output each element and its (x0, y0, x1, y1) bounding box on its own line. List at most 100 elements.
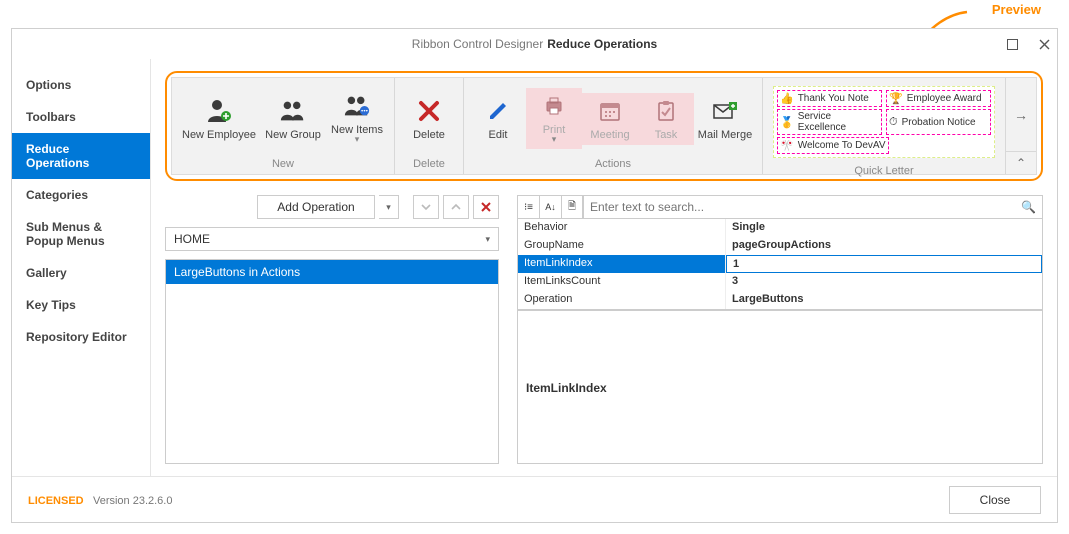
ribbon-btn-meeting[interactable]: Meeting (582, 93, 638, 145)
prop-value: Single (726, 219, 1042, 237)
list-item[interactable]: LargeButtons in Actions (166, 260, 498, 284)
ribbon-btn-edit[interactable]: Edit (470, 93, 526, 145)
ribbon-side-arrows: → ⌃ (1006, 78, 1036, 174)
ribbon-btn-mail-merge[interactable]: Mail Merge (694, 93, 756, 145)
ribbon-btn-label: New Employee (182, 129, 256, 141)
ribbon-group-delete: Delete Delete (395, 78, 464, 174)
gallery-item-label: Probation Notice (902, 117, 976, 128)
ribbon-btn-new-group[interactable]: New Group (260, 93, 326, 145)
ribbon-btn-delete[interactable]: Delete (401, 93, 457, 145)
prop-name: Behavior (518, 219, 726, 237)
ribbon-preview: New Employee New Group (171, 77, 1037, 175)
prop-value[interactable]: 1 (726, 255, 1042, 273)
gallery-item[interactable]: 🏆 Employee Award (886, 90, 991, 107)
chevron-down-icon (420, 201, 432, 213)
property-row[interactable]: Behavior Single (518, 219, 1042, 237)
property-row[interactable]: Operation LargeButtons (518, 291, 1042, 309)
page-selector-combo[interactable]: HOME ▾ (165, 227, 499, 251)
footer: LICENSED Version 23.2.6.0 Close (12, 476, 1057, 522)
add-operation-dropdown-button[interactable]: ▾ (379, 195, 399, 219)
chevron-down-icon: ▾ (552, 134, 557, 145)
gallery-item-label: Welcome To DevAV (798, 140, 886, 151)
categorized-icon: ⁝≡ (524, 202, 533, 213)
ribbon-btn-label: Mail Merge (698, 129, 752, 141)
sidebar-item-toolbars[interactable]: Toolbars (12, 101, 150, 133)
ribbon-group-caption: Actions (464, 155, 762, 174)
thumbs-up-icon: 👍 (780, 92, 794, 105)
gallery-item[interactable]: 👍 Thank You Note (777, 90, 882, 107)
property-grid[interactable]: Behavior Single GroupName pageGroupActio… (517, 219, 1043, 310)
ribbon-btn-task[interactable]: Task (638, 93, 694, 145)
sort-az-icon: A↓ (545, 202, 556, 212)
sidebar-item-reduce-operations[interactable]: Reduce Operations (12, 133, 150, 179)
document-icon: 🗎 (568, 199, 576, 216)
sidebar-item-submenus[interactable]: Sub Menus & Popup Menus (12, 211, 150, 257)
prop-value: pageGroupActions (726, 237, 1042, 255)
prop-name: GroupName (518, 237, 726, 255)
propgrid-search-input[interactable] (590, 200, 1021, 214)
maximize-button[interactable] (1005, 37, 1019, 51)
sidebar-item-options[interactable]: Options (12, 69, 150, 101)
dialog-window: Ribbon Control Designer Reduce Operation… (11, 28, 1058, 523)
property-row[interactable]: ItemLinksCount 3 (518, 273, 1042, 291)
prop-value: 3 (726, 273, 1042, 291)
users-icon (279, 97, 307, 125)
license-label: LICENSED (28, 495, 84, 507)
remove-operation-button[interactable] (473, 195, 499, 219)
gallery-item[interactable]: 🥇Service Excellence (777, 109, 882, 135)
sidebar-item-gallery[interactable]: Gallery (12, 257, 150, 289)
prop-name: ItemLinkIndex (518, 255, 726, 273)
prop-name: ItemLinksCount (518, 273, 726, 291)
ribbon-group-caption: New (172, 155, 394, 174)
propgrid-search[interactable]: 🔍 (583, 195, 1043, 219)
property-row[interactable]: GroupName pageGroupActions (518, 237, 1042, 255)
ribbon-btn-new-items[interactable]: New Items ▾ (326, 88, 388, 149)
clock-icon: ⏱ (889, 116, 898, 129)
search-icon: 🔍 (1021, 200, 1036, 214)
gallery-panel[interactable]: 👍 Thank You Note 🏆 Employee Award 🥇Service… (773, 86, 995, 158)
ribbon-collapse-button[interactable]: ⌃ (1006, 152, 1036, 174)
propgrid-alpha-button[interactable]: A↓ (539, 195, 561, 219)
move-up-button[interactable] (443, 195, 469, 219)
propgrid-pages-button[interactable]: 🗎 (561, 195, 583, 219)
gallery-item-label: Employee Award (907, 93, 982, 104)
close-window-button[interactable] (1037, 37, 1051, 51)
medal-icon: 🥇 (780, 116, 794, 129)
ribbon-btn-label: Edit (489, 129, 508, 141)
chevron-down-icon: ▾ (386, 202, 391, 213)
arrow-right-icon: → (1014, 107, 1028, 123)
ribbon-preview-highlight: New Employee New Group (165, 71, 1043, 181)
close-button[interactable]: Close (949, 486, 1041, 514)
x-icon (480, 201, 492, 213)
sidebar-item-keytips[interactable]: Key Tips (12, 289, 150, 321)
flag-icon: 🎌 (780, 139, 794, 152)
ribbon-group-quick-letter: 👍 Thank You Note 🏆 Employee Award 🥇Service… (763, 78, 1006, 174)
gallery-item[interactable]: 🎌 Welcome To DevAV (777, 137, 889, 154)
ribbon-btn-label: Delete (413, 129, 445, 141)
gallery-item-label: Thank You Note (798, 93, 869, 104)
property-description-text: ItemLinkIndex (526, 381, 607, 395)
add-operation-button[interactable]: Add Operation (257, 195, 375, 219)
sidebar: Options Toolbars Reduce Operations Categ… (12, 59, 151, 476)
ribbon-btn-new-employee[interactable]: New Employee (178, 93, 260, 145)
title-page: Reduce Operations (547, 37, 657, 51)
maximize-icon (1007, 39, 1018, 50)
prop-value: LargeButtons (726, 291, 1042, 309)
propgrid-categorized-button[interactable]: ⁝≡ (517, 195, 539, 219)
move-down-button[interactable] (413, 195, 439, 219)
ribbon-btn-label: New Group (265, 129, 321, 141)
ribbon-group-actions: Edit Print ▾ (464, 78, 763, 174)
operations-list[interactable]: LargeButtons in Actions (165, 259, 499, 464)
x-icon (415, 97, 443, 125)
ribbon-next-button[interactable]: → (1006, 78, 1036, 152)
user-plus-icon (205, 97, 233, 125)
sidebar-item-repository-editor[interactable]: Repository Editor (12, 321, 150, 353)
preview-annotation-label: Preview (992, 2, 1041, 17)
ribbon-btn-print[interactable]: Print ▾ (526, 88, 582, 149)
trophy-icon: 🏆 (889, 92, 903, 105)
prop-name: Operation (518, 291, 726, 309)
gallery-item[interactable]: ⏱ Probation Notice (886, 109, 991, 135)
property-row[interactable]: ItemLinkIndex 1 (518, 255, 1042, 273)
pencil-icon (484, 97, 512, 125)
sidebar-item-categories[interactable]: Categories (12, 179, 150, 211)
